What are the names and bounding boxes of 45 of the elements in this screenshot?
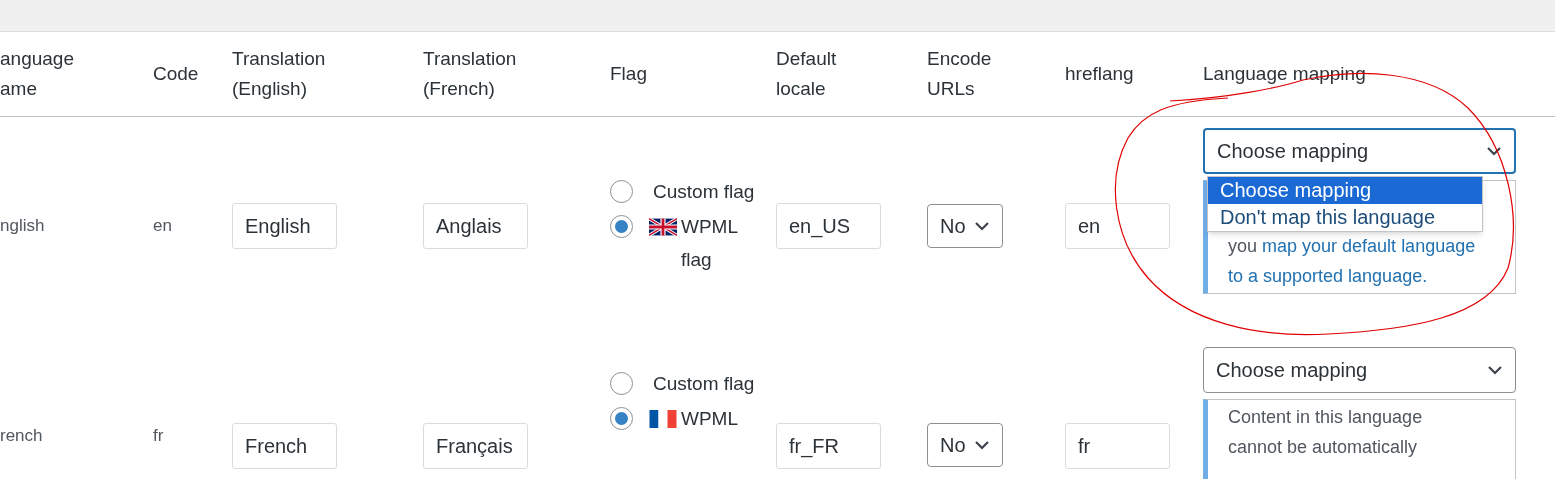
radio-label: WPML flag <box>681 214 739 272</box>
mapping-select[interactable]: Choose mapping <box>1203 347 1516 393</box>
flag-icon <box>649 217 677 236</box>
column-header: Code <box>153 62 200 86</box>
radio-button[interactable] <box>610 214 633 238</box>
column-header: anguage ame <box>0 47 75 101</box>
chevron-down-icon <box>1486 146 1502 156</box>
column-header: Default locale <box>776 47 838 101</box>
radio-button[interactable] <box>610 372 633 395</box>
radio-label: WPML <box>681 407 738 431</box>
notice-link[interactable]: map your default language <box>1262 236 1476 256</box>
column-header: Flag <box>610 62 648 86</box>
column-header: Encode URLs <box>927 47 993 101</box>
chevron-down-icon <box>1487 365 1503 375</box>
encode-urls-select[interactable]: No <box>927 204 1003 248</box>
notice-text: you <box>1228 236 1258 256</box>
radio-button[interactable] <box>610 407 633 430</box>
text-field[interactable]: Français <box>423 423 528 469</box>
radio-button[interactable] <box>610 179 633 203</box>
language-name: nglish <box>0 216 45 236</box>
text-field[interactable]: fr_FR <box>776 423 881 469</box>
radio-label: Custom flag <box>653 372 755 396</box>
notice-text: Content in this language <box>1228 407 1423 427</box>
chevron-down-icon <box>973 440 990 450</box>
column-header: hreflang <box>1065 62 1135 86</box>
dropdown-option[interactable]: Don't map this language <box>1208 204 1482 231</box>
text-field[interactable]: Anglais <box>423 203 528 249</box>
notice-text: cannot be automatically <box>1228 437 1418 457</box>
notice-link[interactable]: to a supported language. <box>1228 266 1428 286</box>
encode-urls-select[interactable]: No <box>927 423 1003 467</box>
radio-label: Custom flag <box>653 179 755 204</box>
text-field[interactable]: fr <box>1065 423 1170 469</box>
text-field[interactable]: en <box>1065 203 1170 249</box>
text-field[interactable]: en_US <box>776 203 881 249</box>
flag-icon <box>649 410 677 428</box>
text-field[interactable]: French <box>232 423 337 469</box>
column-header: Translation (English) <box>232 47 327 101</box>
chevron-down-icon <box>973 221 990 231</box>
language-code: en <box>153 216 172 236</box>
dropdown-option[interactable]: Choose mapping <box>1208 177 1482 204</box>
column-header: Translation (French) <box>423 47 518 101</box>
text-field[interactable]: English <box>232 203 337 249</box>
language-code: fr <box>153 426 164 445</box>
mapping-select[interactable]: Choose mapping <box>1203 128 1516 174</box>
language-name: rench <box>0 426 43 445</box>
